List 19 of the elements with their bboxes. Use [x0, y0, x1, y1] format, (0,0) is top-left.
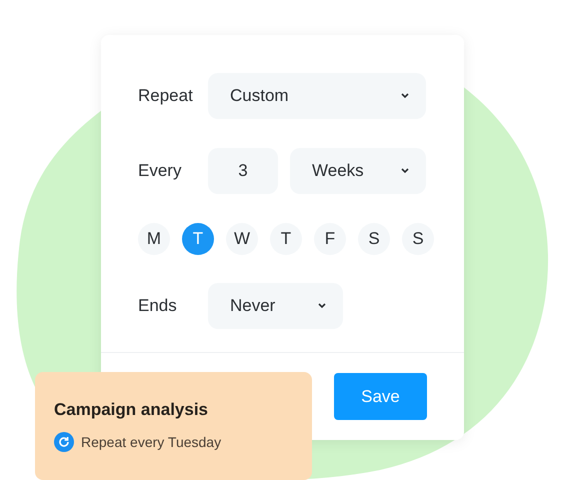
- unit-select[interactable]: Weeks: [290, 148, 426, 194]
- task-title: Campaign analysis: [54, 400, 210, 420]
- weekday-toggle[interactable]: W: [226, 223, 258, 255]
- field-label: Repeat: [138, 86, 194, 106]
- chevron-down-icon: [317, 303, 327, 309]
- weekday-toggle[interactable]: F: [314, 223, 346, 255]
- field-label: Ends: [138, 296, 178, 316]
- repeat-text: Repeat every Tuesday: [81, 434, 222, 450]
- weekday-toggle[interactable]: M: [138, 223, 170, 255]
- chevron-down-icon: [400, 168, 410, 174]
- weekday-toggle[interactable]: S: [402, 223, 434, 255]
- interval-field[interactable]: 3: [208, 148, 278, 194]
- weekday-toggle[interactable]: S: [358, 223, 390, 255]
- field-label: Every: [138, 161, 182, 181]
- chevron-down-icon: [400, 93, 410, 99]
- repeat-icon: [54, 432, 74, 452]
- ends-select[interactable]: Never: [208, 283, 343, 329]
- repeat-select[interactable]: Custom: [208, 73, 426, 119]
- weekday-toggle[interactable]: T: [270, 223, 302, 255]
